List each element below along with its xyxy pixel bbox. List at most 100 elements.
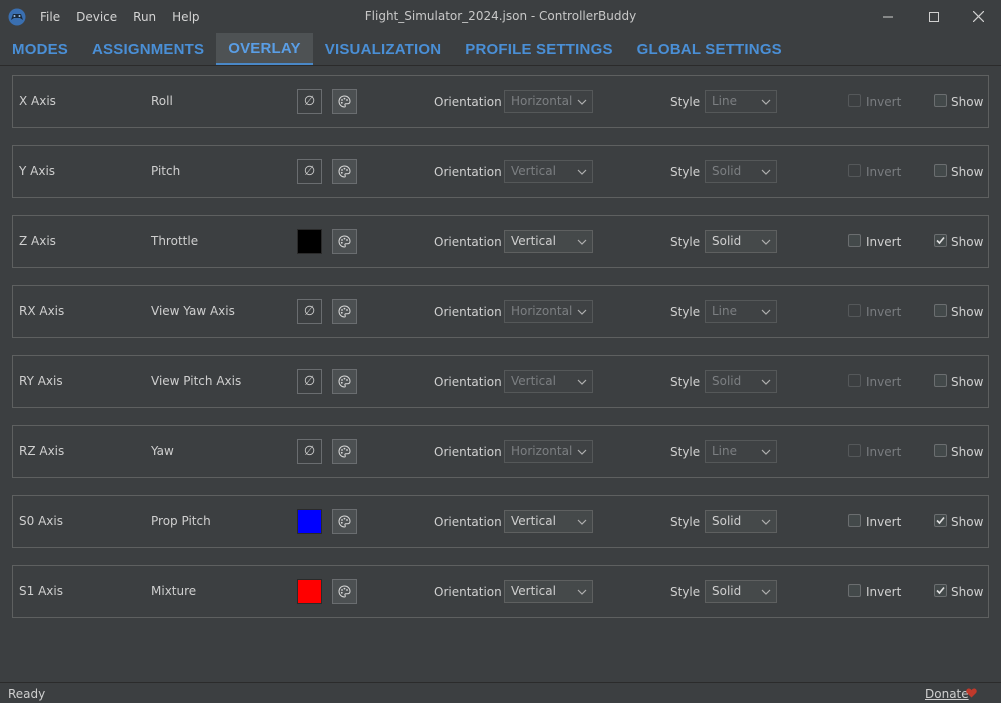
tab-visualization[interactable]: VISUALIZATION	[313, 33, 453, 65]
overlay-row: X Axis Roll ∅ Orientation Horizontal Style Lin…	[12, 75, 989, 128]
maximize-button-area[interactable]	[911, 0, 957, 33]
style-select[interactable]: Line	[705, 440, 777, 463]
overlay-row: RX Axis View Yaw Axis ∅ Orientation Horizont…	[12, 285, 989, 338]
style-select[interactable]: Solid	[705, 160, 777, 183]
close-button[interactable]	[955, 0, 1001, 33]
orientation-select[interactable]: Vertical	[504, 510, 593, 533]
tab-overlay[interactable]: OVERLAY	[216, 33, 313, 65]
chevron-down-icon	[577, 511, 587, 532]
show-checkbox[interactable]	[934, 94, 947, 107]
tab-assignments[interactable]: ASSIGNMENTS	[80, 33, 216, 65]
app-icon	[8, 8, 26, 26]
style-value: Solid	[712, 374, 742, 388]
show-label: Show	[951, 445, 984, 459]
axis-name: Y Axis	[19, 164, 56, 178]
action-name: Yaw	[151, 444, 174, 458]
invert-label: Invert	[866, 585, 902, 599]
status-text: Ready	[8, 687, 46, 701]
palette-button[interactable]	[332, 299, 357, 324]
style-label: Style	[670, 585, 701, 599]
orientation-select[interactable]: Horizontal	[504, 440, 593, 463]
show-checkbox[interactable]	[934, 374, 947, 387]
invert-label: Invert	[866, 95, 902, 109]
menu-item-help[interactable]: Help	[172, 10, 199, 24]
chevron-down-icon	[761, 371, 771, 392]
orientation-select[interactable]: Vertical	[504, 230, 593, 253]
color-button[interactable]: ∅	[297, 369, 322, 394]
chevron-down-icon	[577, 371, 587, 392]
palette-button[interactable]	[332, 159, 357, 184]
orientation-select[interactable]: Vertical	[504, 160, 593, 183]
orientation-select[interactable]: Horizontal	[504, 90, 593, 113]
invert-checkbox[interactable]	[848, 514, 861, 527]
color-button[interactable]	[297, 229, 322, 254]
palette-button[interactable]	[332, 89, 357, 114]
style-value: Line	[712, 94, 738, 108]
chevron-down-icon	[577, 441, 587, 462]
tab-global-settings[interactable]: GLOBAL SETTINGS	[625, 33, 794, 65]
color-button[interactable]: ∅	[297, 89, 322, 114]
action-name: Mixture	[151, 584, 197, 598]
style-select[interactable]: Solid	[705, 230, 777, 253]
orientation-select[interactable]: Vertical	[504, 370, 593, 393]
minimize-button-area[interactable]	[865, 0, 911, 33]
orientation-value: Horizontal	[511, 304, 573, 318]
orientation-select[interactable]: Vertical	[504, 580, 593, 603]
palette-button[interactable]	[332, 369, 357, 394]
invert-label: Invert	[866, 515, 902, 529]
style-value: Solid	[712, 234, 742, 248]
orientation-label: Orientation	[434, 445, 502, 459]
axis-name: S1 Axis	[19, 584, 63, 598]
palette-button[interactable]	[332, 579, 357, 604]
color-button[interactable]: ∅	[297, 439, 322, 464]
minimize-icon	[883, 16, 893, 17]
heart-icon	[966, 688, 977, 698]
color-button[interactable]: ∅	[297, 159, 322, 184]
title-bar: File Device Run Help Flight_Simulator_2024.…	[0, 0, 1001, 33]
style-select[interactable]: Line	[705, 90, 777, 113]
show-checkbox[interactable]	[934, 164, 947, 177]
style-select[interactable]: Line	[705, 300, 777, 323]
donate-link[interactable]: Donate	[925, 687, 969, 701]
style-label: Style	[670, 375, 701, 389]
style-select[interactable]: Solid	[705, 370, 777, 393]
tab-profile-settings[interactable]: PROFILE SETTINGS	[453, 33, 624, 65]
invert-checkbox[interactable]	[848, 444, 861, 457]
show-checkbox[interactable]	[934, 304, 947, 317]
show-checkbox[interactable]	[934, 514, 947, 527]
action-name: Throttle	[151, 234, 199, 248]
color-button[interactable]	[297, 509, 322, 534]
style-value: Solid	[712, 164, 742, 178]
chevron-down-icon	[761, 231, 771, 252]
orientation-label: Orientation	[434, 375, 502, 389]
chevron-down-icon	[761, 161, 771, 182]
invert-checkbox[interactable]	[848, 304, 861, 317]
overlay-row: Z Axis Throttle Orientation Vertical Style So…	[12, 215, 989, 268]
palette-button[interactable]	[332, 439, 357, 464]
style-select[interactable]: Solid	[705, 510, 777, 533]
palette-button[interactable]	[332, 509, 357, 534]
axis-name: S0 Axis	[19, 514, 63, 528]
invert-checkbox[interactable]	[848, 374, 861, 387]
show-checkbox[interactable]	[934, 444, 947, 457]
palette-button[interactable]	[332, 229, 357, 254]
menu-item-file[interactable]: File	[40, 10, 60, 24]
menu-item-device[interactable]: Device	[76, 10, 117, 24]
no-color-icon: ∅	[303, 304, 316, 319]
style-select[interactable]: Solid	[705, 580, 777, 603]
menu-item-run[interactable]: Run	[133, 10, 156, 24]
color-button[interactable]: ∅	[297, 299, 322, 324]
overlay-row: RZ Axis Yaw ∅ Orientation Horizontal Style Lin…	[12, 425, 989, 478]
invert-checkbox[interactable]	[848, 234, 861, 247]
show-checkbox[interactable]	[934, 234, 947, 247]
overlay-row: RY Axis View Pitch Axis ∅ Orientation Vertic…	[12, 355, 989, 408]
tab-modes[interactable]: MODES	[0, 33, 80, 65]
invert-checkbox[interactable]	[848, 94, 861, 107]
maximize-icon	[929, 11, 939, 22]
orientation-select[interactable]: Horizontal	[504, 300, 593, 323]
invert-checkbox[interactable]	[848, 584, 861, 597]
invert-checkbox[interactable]	[848, 164, 861, 177]
color-button[interactable]	[297, 579, 322, 604]
invert-label: Invert	[866, 445, 902, 459]
show-checkbox[interactable]	[934, 584, 947, 597]
